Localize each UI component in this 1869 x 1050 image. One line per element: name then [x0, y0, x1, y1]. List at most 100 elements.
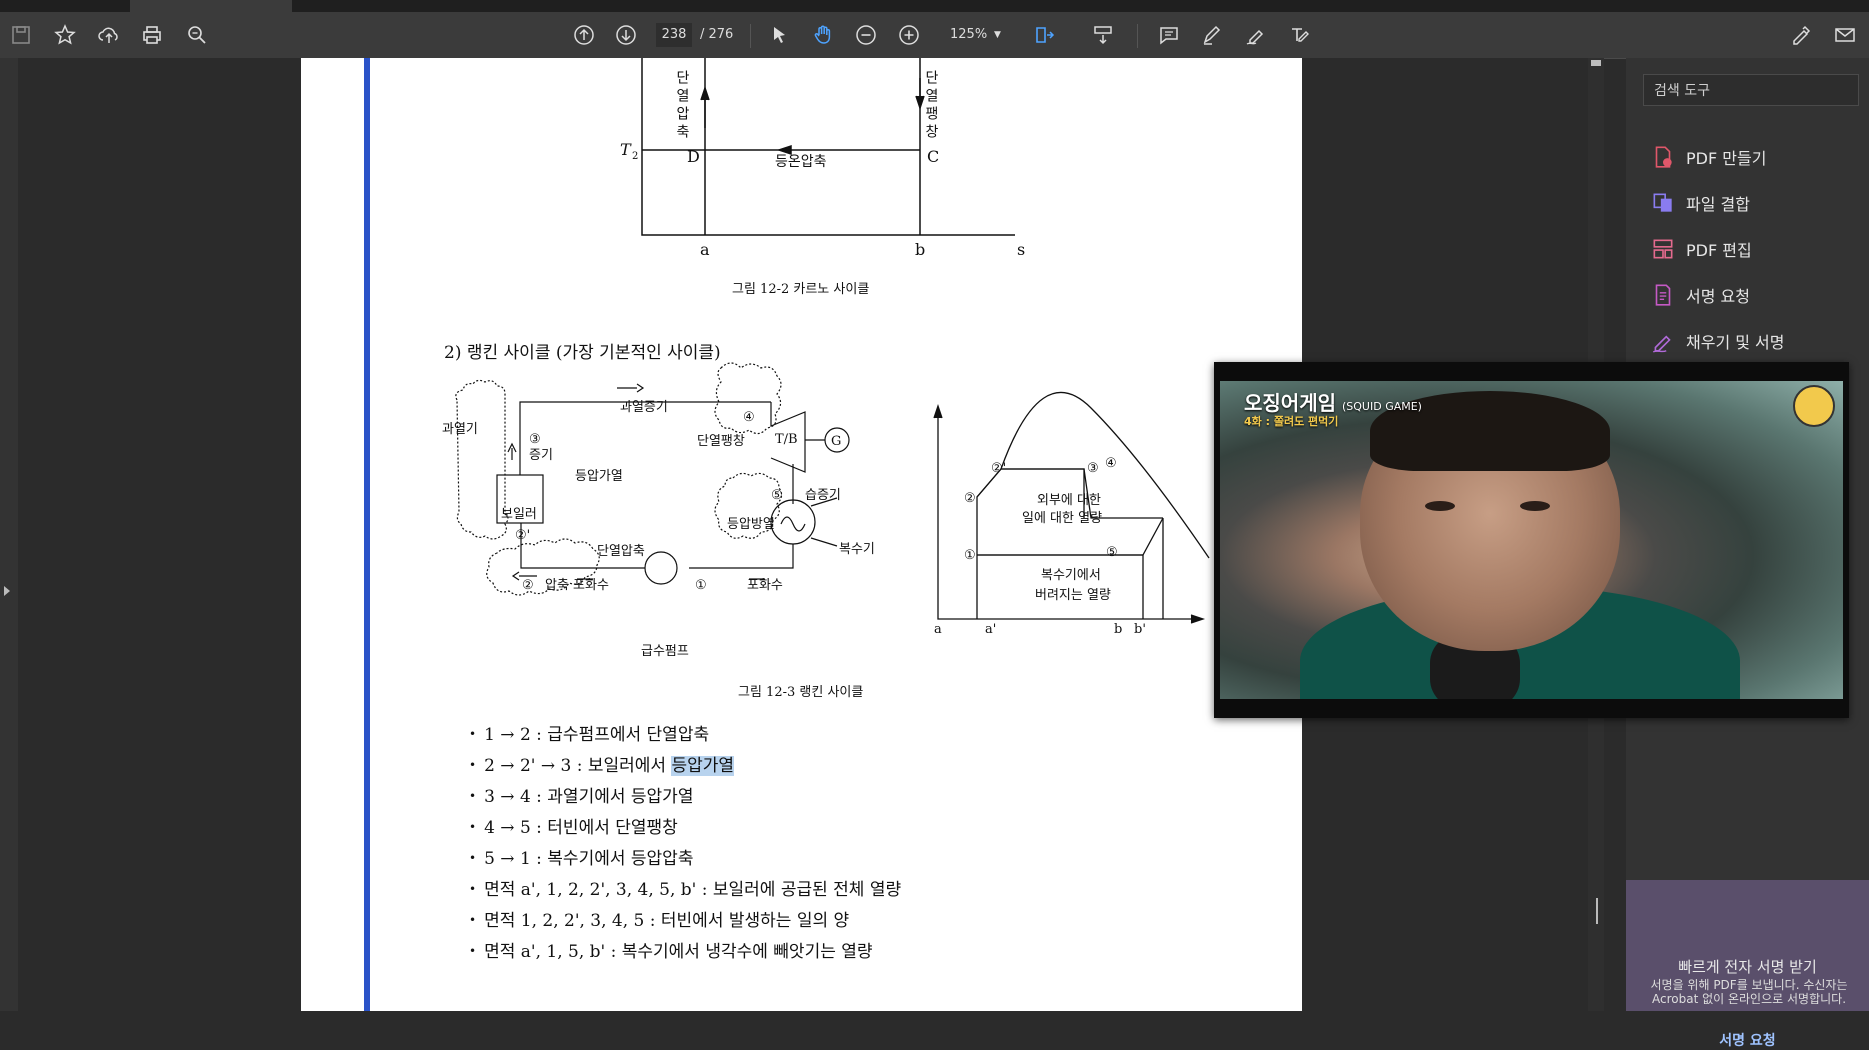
label-feed-pump: 급수펌프	[641, 644, 689, 659]
label-steam: 증기	[529, 448, 553, 463]
t2-label: T	[620, 140, 632, 159]
active-tab[interactable]	[130, 0, 292, 12]
label-const-p-cool: 등압방열	[727, 517, 775, 532]
label-n2: ②	[522, 578, 534, 593]
label-adiabatic-exp: 단열팽창	[923, 70, 939, 142]
fit-page-icon[interactable]	[1030, 20, 1060, 50]
tool-fill-sign[interactable]: 채우기 및 서명	[1650, 326, 1785, 356]
ts-work-label-2: 일에 대한 열량	[1022, 511, 1102, 526]
bullet-text: 4 → 5 : 터빈에서 단열팽창	[484, 818, 678, 838]
edit-pdf-icon	[1653, 239, 1673, 259]
save-icon[interactable]	[6, 20, 36, 50]
upload-cloud-icon[interactable]	[94, 20, 124, 50]
page-number-input[interactable]: 238	[656, 23, 692, 47]
fill-sign-icon	[1652, 335, 1671, 353]
bullet-text: 면적 a', 1, 5, b' : 복수기에서 냉각수에 빼앗기는 열량	[484, 942, 873, 962]
video-frame[interactable]: 오징어게임 (SQUID GAME) 4화 : 쫄려도 편먹기	[1220, 381, 1843, 699]
page-figures: T 2 D C a b s 등온압축 단열압축 단열팽창 과열기 과열증기 ③ …	[442, 58, 1210, 659]
picture-in-picture-video[interactable]: 오징어게임 (SQUID GAME) 4화 : 쫄려도 편먹기	[1214, 362, 1849, 718]
ts-work-label-1: 외부에 대한	[1037, 493, 1101, 508]
separator	[750, 24, 751, 48]
label-wet-steam: 습증기	[805, 488, 841, 503]
bullet-dot: •	[469, 727, 477, 741]
ts-a: a	[934, 622, 942, 637]
carnot-arrowhead-up	[700, 85, 710, 101]
tool-combine-files[interactable]: 파일 결합	[1650, 188, 1750, 218]
zoom-in-icon[interactable]	[894, 20, 924, 50]
ts-cond-label-1: 복수기에서	[1041, 568, 1101, 583]
bullet-dot: •	[469, 851, 477, 865]
bullet-item: • 4 → 5 : 터빈에서 단열팽창	[469, 813, 678, 838]
label-superheater: 과열기	[442, 422, 478, 437]
tool-label: 서명 요청	[1686, 287, 1750, 306]
bullet-dot: •	[469, 913, 477, 927]
tool-create-pdf[interactable]: PDF 만들기	[1650, 142, 1766, 172]
tool-edit-pdf[interactable]: PDF 편집	[1650, 234, 1752, 264]
tool-label: 채우기 및 서명	[1686, 333, 1785, 352]
video-title: 오징어게임 (SQUID GAME)	[1244, 387, 1422, 416]
separator	[1137, 24, 1138, 48]
bookmark-star-icon[interactable]	[50, 20, 80, 50]
scrollbar-thumb[interactable]	[1591, 60, 1601, 66]
window-top-strip	[0, 0, 1869, 12]
label-a: a	[700, 240, 710, 259]
ts-ap: a'	[985, 622, 996, 637]
video-eye-shape	[1425, 501, 1455, 511]
section-heading: 2) 랭킨 사이클 (가장 기본적인 사이클)	[444, 343, 721, 363]
video-subtitle: 4화 : 쫄려도 편먹기	[1244, 415, 1339, 428]
tool-request-signature[interactable]: 서명 요청	[1650, 280, 1750, 310]
sign-pen-icon[interactable]	[1786, 20, 1816, 50]
print-icon[interactable]	[137, 20, 167, 50]
hand-tool-icon[interactable]	[808, 20, 838, 50]
bullet-dot: •	[469, 882, 477, 896]
label-n4: ④	[743, 410, 755, 425]
edit-text-icon[interactable]	[1285, 20, 1315, 50]
label-boiler: 보일러	[501, 507, 537, 522]
comment-icon[interactable]	[1154, 20, 1184, 50]
label-b: b	[915, 240, 925, 259]
scroll-mode-icon[interactable]	[1088, 20, 1118, 50]
label-condenser: 복수기	[839, 542, 875, 557]
label-superheat-steam: 과열증기	[620, 400, 668, 415]
bullet-item: • 5 → 1 : 복수기에서 등압압축	[469, 844, 693, 869]
bullet-item: • 2 → 2' → 3 : 보일러에서 등압가열	[469, 751, 735, 776]
request-signature-icon	[1655, 284, 1671, 306]
label-n1: ①	[695, 578, 707, 593]
video-title-en: (SQUID GAME)	[1342, 400, 1422, 413]
carnot-arrowhead-left	[776, 144, 792, 156]
label-adiabatic-exp-r: 단열팽창	[697, 434, 745, 449]
bullet-text: 1 → 2 : 급수펌프에서 단열압축	[484, 725, 710, 745]
chevron-down-icon: ▼	[994, 30, 1001, 40]
zoom-search-icon[interactable]	[182, 20, 212, 50]
highlight-pen-icon[interactable]	[1197, 20, 1227, 50]
bullet-item: • 면적 a', 1, 2, 2', 3, 4, 5, b' : 보일러에 공급된…	[469, 875, 901, 900]
expand-panel-icon[interactable]	[4, 586, 10, 596]
tools-search-input[interactable]: 검색 도구	[1643, 74, 1859, 106]
label-n2p-boiler: ②'	[515, 528, 530, 543]
selected-text-highlight[interactable]: 등압가열	[671, 756, 735, 776]
ts-n4: ④	[1105, 456, 1117, 471]
bullet-dot: •	[469, 789, 477, 803]
draw-sign-icon[interactable]	[1241, 20, 1271, 50]
label-tb: T/B	[775, 432, 798, 447]
bullet-text: 면적 a', 1, 2, 2', 3, 4, 5, b' : 보일러에 공급된 …	[484, 880, 902, 900]
bullet-dot: •	[469, 758, 477, 772]
bullet-text: 2 → 2' → 3 : 보일러에서	[484, 756, 672, 776]
select-pointer-icon[interactable]	[764, 20, 794, 50]
bullet-item: • 면적 a', 1, 5, b' : 복수기에서 냉각수에 빼앗기는 열량	[469, 937, 873, 962]
mail-icon[interactable]	[1830, 20, 1860, 50]
toolbar: 238 / 276 125% ▼	[0, 12, 1869, 59]
label-isothermal: 등온압축	[775, 154, 827, 170]
tool-label: PDF 만들기	[1686, 149, 1767, 168]
label-n5: ⑤	[771, 488, 783, 503]
ts-n2: ②	[964, 491, 976, 506]
page-up-icon[interactable]	[569, 20, 599, 50]
ts-n3: ③	[1087, 461, 1099, 476]
esign-description: 서명을 위해 PDF를 보냅니다. 수신자는 Acrobat 없이 온라인으로 …	[1650, 978, 1848, 1006]
page-down-icon[interactable]	[611, 20, 641, 50]
esign-request-link[interactable]: 서명 요청	[1626, 1030, 1869, 1050]
zoom-out-icon[interactable]	[851, 20, 881, 50]
video-title-ko: 오징어게임	[1244, 391, 1336, 415]
zoom-level-select[interactable]: 125% ▼	[938, 23, 1008, 47]
channel-logo-icon	[1793, 385, 1835, 427]
